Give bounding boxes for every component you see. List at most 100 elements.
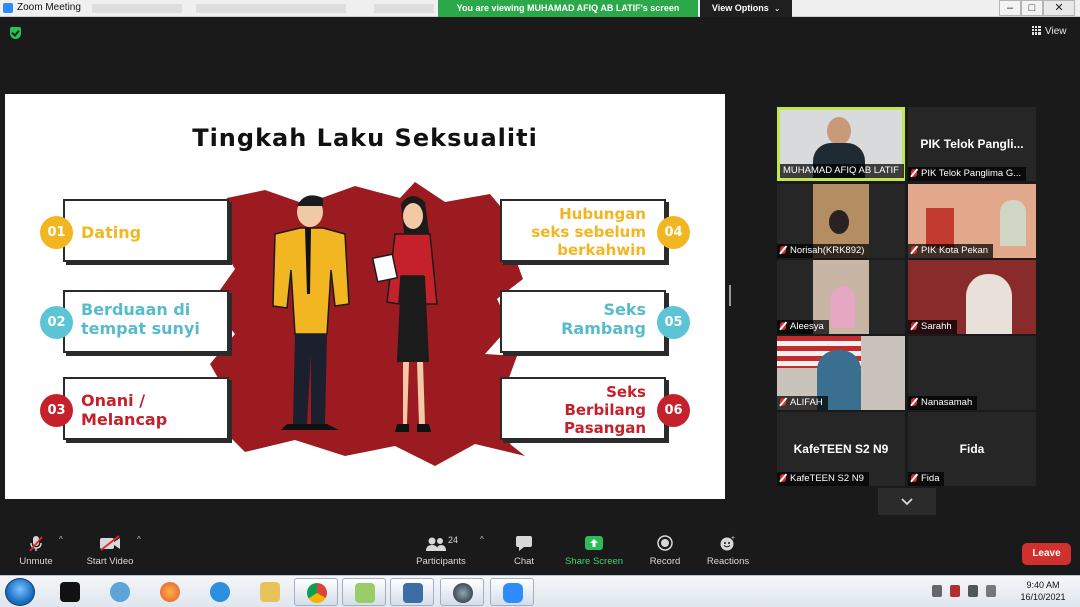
taskbar-app[interactable] <box>198 578 242 606</box>
participant-nametag: Norisah(KRK892) <box>777 244 870 258</box>
unmute-label: Unmute <box>19 556 53 567</box>
participant-tile[interactable]: MUHAMAD AFIQ AB LATIF <box>777 107 905 181</box>
taskbar-app[interactable] <box>148 578 192 606</box>
app-notes-icon <box>355 583 375 603</box>
start-video-button[interactable]: Start Video <box>84 535 136 567</box>
tray-app-icon[interactable] <box>950 585 960 597</box>
zoom-window: Zoom Meeting You are viewing MUHAMAD AFI… <box>0 0 1080 607</box>
card-text: berkahwin <box>557 241 646 259</box>
participant-center-name: Fida <box>959 442 985 456</box>
slide-title: Tingkah Laku Seksualiti <box>192 124 538 152</box>
view-options-button[interactable]: View Options ⌄ <box>700 0 792 17</box>
participant-tile[interactable]: Sarahh <box>908 260 1036 334</box>
tray-arrow-icon[interactable] <box>932 585 942 597</box>
participant-tile[interactable]: PIK Telok Pangli... PIK Telok Panglima G… <box>908 107 1036 181</box>
zoom-icon <box>503 583 523 603</box>
participant-nametag-text: ALIFAH <box>790 397 823 408</box>
number-badge-01: 01 <box>40 216 73 249</box>
gallery-next-page-button[interactable] <box>878 488 936 515</box>
taskbar-app[interactable] <box>248 578 292 606</box>
muted-mic-icon <box>780 322 786 330</box>
participant-tile[interactable]: ALIFAH <box>777 336 905 410</box>
start-button[interactable] <box>5 578 35 606</box>
zoom-app-icon <box>3 3 13 13</box>
grid-icon <box>1032 26 1041 35</box>
reactions-button[interactable]: + Reactions <box>704 535 752 567</box>
participant-nametag-text: Sarahh <box>921 321 952 332</box>
participant-tile[interactable]: Fida Fida <box>908 412 1036 486</box>
leave-meeting-button[interactable]: Leave <box>1022 543 1071 565</box>
app-globe-icon <box>110 582 130 602</box>
unmute-button[interactable]: Unmute <box>14 535 58 567</box>
muted-mic-icon <box>29 536 43 551</box>
participant-tile[interactable]: KafeTEEN S2 N9 KafeTEEN S2 N9 <box>777 412 905 486</box>
os-taskbar: 9:40 AM 16/10/2021 <box>0 575 1080 607</box>
close-window-button[interactable]: ✕ <box>1043 0 1075 16</box>
taskbar-app[interactable] <box>490 578 534 606</box>
participant-tile[interactable]: Norisah(KRK892) <box>777 184 905 258</box>
number-badge-04: 04 <box>657 216 690 249</box>
maximize-button[interactable]: □ <box>1021 0 1043 16</box>
muted-mic-icon <box>911 322 917 330</box>
view-label: View <box>1045 26 1067 37</box>
record-button[interactable]: Record <box>646 535 684 567</box>
muted-mic-icon <box>780 474 786 482</box>
taskbar-app[interactable] <box>48 578 92 606</box>
share-screen-label: Share Screen <box>564 556 624 567</box>
minimize-button[interactable]: – <box>999 0 1021 16</box>
taskbar-app[interactable] <box>390 578 434 606</box>
red-burst-shape <box>205 182 530 466</box>
behavior-card-04: Hubungan seks sebelum berkahwin <box>500 199 666 262</box>
card-text: tempat sunyi <box>81 319 200 338</box>
system-clock[interactable]: 9:40 AM 16/10/2021 <box>1012 579 1074 603</box>
participant-nametag: Aleesya <box>777 320 829 334</box>
chat-label: Chat <box>513 556 535 567</box>
card-text: seks sebelum <box>531 223 646 241</box>
participant-video <box>831 286 855 328</box>
participants-icon: 24 <box>421 535 461 551</box>
people-icon <box>426 537 446 551</box>
card-text: Rambang <box>561 319 646 338</box>
split-view-handle[interactable] <box>729 285 731 306</box>
encryption-shield-icon[interactable] <box>10 27 21 39</box>
card-text: Hubungan <box>559 205 646 223</box>
chat-button[interactable]: Chat <box>506 535 542 567</box>
participant-tile[interactable]: Aleesya <box>777 260 905 334</box>
video-options-caret[interactable]: ^ <box>137 535 141 544</box>
start-video-label: Start Video <box>86 556 134 567</box>
muted-mic-icon <box>911 398 917 406</box>
participant-nametag-text: Nanasamah <box>921 397 973 408</box>
app-camera-icon <box>453 583 473 603</box>
participants-options-caret[interactable]: ^ <box>480 535 484 544</box>
participants-button[interactable]: 24 Participants <box>414 535 468 567</box>
participant-tile[interactable]: Nanasamah <box>908 336 1036 410</box>
volume-icon[interactable] <box>986 585 996 597</box>
participant-tile[interactable]: PIK Kota Pekan <box>908 184 1036 258</box>
folder-icon <box>260 582 280 602</box>
svg-text:+: + <box>731 535 735 542</box>
muted-mic-icon <box>911 246 917 254</box>
participant-nametag: Fida <box>908 472 945 486</box>
participant-video <box>1000 200 1026 246</box>
card-text: Pasangan <box>564 419 646 437</box>
record-icon <box>657 535 673 551</box>
viewing-screen-banner: You are viewing MUHAMAD AFIQ AB LATIF's … <box>438 0 698 17</box>
audio-options-caret[interactable]: ^ <box>59 535 63 544</box>
share-screen-button[interactable]: Share Screen <box>564 535 624 567</box>
behavior-card-03: Onani / Melancap <box>63 377 229 440</box>
internet-explorer-icon <box>210 582 230 602</box>
participant-nametag: ALIFAH <box>777 396 828 410</box>
participant-nametag: Sarahh <box>908 320 957 334</box>
card-text: Dating <box>81 223 142 242</box>
clock-time: 9:40 AM <box>1026 580 1060 590</box>
taskbar-app[interactable] <box>342 578 386 606</box>
taskbar-app[interactable] <box>294 578 338 606</box>
network-icon[interactable] <box>968 585 978 597</box>
taskbar-app[interactable] <box>98 578 142 606</box>
muted-mic-icon <box>911 169 917 177</box>
shared-screen-slide: Tingkah Laku Seksualiti Dating 01 Berdua… <box>5 94 725 499</box>
participant-video <box>926 208 954 248</box>
view-button[interactable]: View <box>1032 26 1067 37</box>
clock-date: 16/10/2021 <box>1020 592 1066 602</box>
taskbar-app[interactable] <box>440 578 484 606</box>
